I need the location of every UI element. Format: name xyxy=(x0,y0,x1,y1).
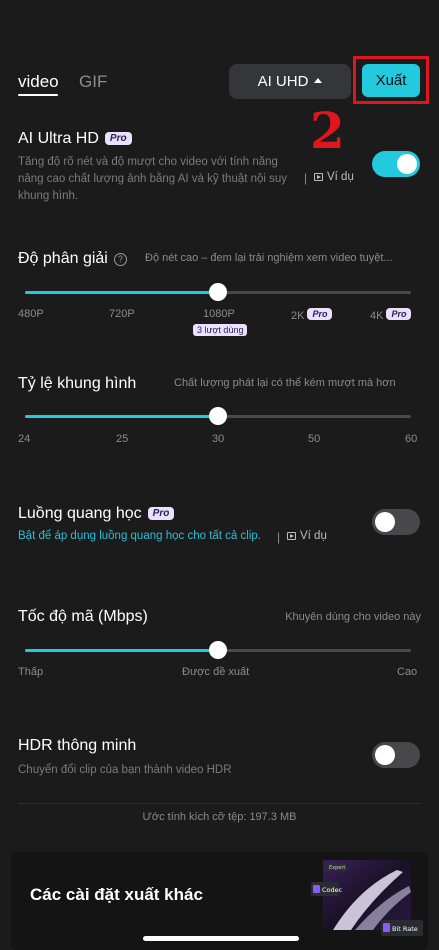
pro-badge: Pro xyxy=(147,507,175,520)
framerate-tick: 50 xyxy=(308,433,321,445)
separator: | xyxy=(304,171,308,185)
svg-text:Expert: Expert xyxy=(329,865,345,871)
active-tab-indicator xyxy=(18,94,58,96)
resolution-title-text: Độ phân giải xyxy=(18,250,108,267)
annotation-step-number: 2 xyxy=(310,101,345,160)
quality-dropdown[interactable]: AI UHD xyxy=(229,64,351,99)
svg-text:Bit Rate: Bit Rate xyxy=(392,925,418,933)
tab-gif[interactable]: GIF xyxy=(79,72,107,92)
resolution-hint: Độ nét cao – đem lại trải nghiệm xem vid… xyxy=(145,252,393,264)
hdr-title: HDR thông minh xyxy=(18,737,137,754)
play-icon xyxy=(314,173,323,181)
pro-badge: Pro xyxy=(307,308,333,320)
framerate-slider-fill xyxy=(25,415,218,418)
resolution-tick-480p: 480P xyxy=(18,308,44,320)
more-export-settings-title: Các cài đặt xuất khác xyxy=(30,885,203,904)
resolution-slider[interactable] xyxy=(25,283,411,301)
framerate-slider-thumb[interactable] xyxy=(209,407,227,425)
file-size-estimate: Ước tính kích cỡ tệp: 197.3 MB xyxy=(142,811,297,823)
hdr-toggle[interactable] xyxy=(372,742,420,768)
optical-flow-example-link[interactable]: Ví dụ xyxy=(287,530,327,542)
framerate-tick: 25 xyxy=(116,433,129,445)
bitrate-title: Tốc độ mã (Mbps) xyxy=(18,608,148,625)
ai-uhd-toggle[interactable] xyxy=(372,151,420,177)
bitrate-slider[interactable] xyxy=(25,641,411,659)
toggle-knob xyxy=(397,154,417,174)
resolution-tick-1080p: 1080P xyxy=(203,308,235,320)
play-icon xyxy=(287,532,296,540)
resolution-title: Độ phân giải? xyxy=(18,250,127,268)
svg-text:Codec: Codec xyxy=(322,886,343,894)
ai-uhd-title: AI Ultra HD Pro xyxy=(18,130,132,148)
optical-flow-title: Luồng quang học Pro xyxy=(18,505,175,523)
example-label: Ví dụ xyxy=(327,171,354,183)
resolution-tick-720p: 720P xyxy=(109,308,135,320)
optical-flow-title-text: Luồng quang học xyxy=(18,505,142,522)
ai-uhd-description: Tăng độ rõ nét và độ mượt cho video với … xyxy=(18,156,288,202)
framerate-tick: 30 xyxy=(212,433,225,445)
caret-up-icon xyxy=(314,78,323,83)
optical-flow-description: Bật để áp dụng luồng quang học cho tất c… xyxy=(18,530,261,542)
toggle-knob xyxy=(375,512,395,532)
export-settings-promo-image: Expert Codec Bit Rate xyxy=(311,860,423,936)
resolution-tick-2k-label: 2K xyxy=(291,310,305,322)
help-icon[interactable]: ? xyxy=(113,253,127,266)
bitrate-label-low: Thấp xyxy=(18,666,44,678)
framerate-tick: 60 xyxy=(405,433,418,445)
framerate-slider[interactable] xyxy=(25,407,411,425)
tab-video[interactable]: video xyxy=(18,72,59,92)
framerate-title: Tỷ lệ khung hình xyxy=(18,375,137,392)
ai-uhd-example-link[interactable]: Ví dụ xyxy=(314,171,354,183)
bitrate-hint: Khuyên dùng cho video này xyxy=(285,611,421,623)
pro-badge: Pro xyxy=(104,132,132,145)
bitrate-label-recommended: Được đề xuất xyxy=(182,666,250,678)
resolution-tick-4k-label: 4K xyxy=(370,310,384,322)
bitrate-label-high: Cao xyxy=(397,666,418,678)
separator: | xyxy=(277,530,281,544)
bitrate-slider-thumb[interactable] xyxy=(209,641,227,659)
optical-flow-toggle[interactable] xyxy=(372,509,420,535)
uses-remaining-badge: 3 lượt dùng xyxy=(193,324,248,336)
resolution-slider-fill xyxy=(25,291,218,294)
bitrate-slider-fill xyxy=(25,649,218,652)
quality-label: AI UHD xyxy=(257,73,309,90)
resolution-tick-4k: 4K Pro xyxy=(370,308,412,322)
toggle-knob xyxy=(375,745,395,765)
resolution-slider-thumb[interactable] xyxy=(209,283,227,301)
divider xyxy=(18,803,421,804)
pro-badge: Pro xyxy=(386,308,412,320)
resolution-tick-2k: 2K Pro xyxy=(291,308,333,322)
framerate-tick: 24 xyxy=(18,433,31,445)
hdr-description: Chuyển đổi clip của bạn thành video HDR xyxy=(18,764,232,776)
example-label: Ví dụ xyxy=(300,530,327,542)
ai-uhd-title-text: AI Ultra HD xyxy=(18,130,99,147)
export-button[interactable]: Xuất xyxy=(362,64,420,97)
home-indicator xyxy=(143,936,299,941)
framerate-hint: Chất lượng phát lại có thể kém mượt mà h… xyxy=(174,377,396,389)
